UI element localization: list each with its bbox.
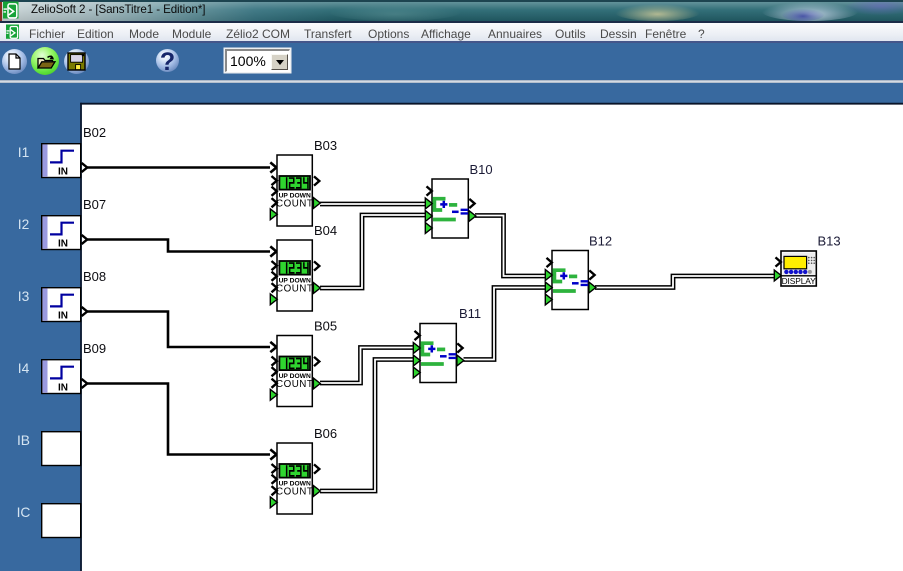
svg-text:B12: B12 xyxy=(589,234,612,249)
svg-text:?: ? xyxy=(160,48,175,76)
svg-text:I1: I1 xyxy=(18,145,30,160)
svg-text:B08: B08 xyxy=(83,269,106,284)
svg-text:IB: IB xyxy=(17,433,30,448)
svg-text:B02: B02 xyxy=(83,125,106,140)
svg-text:B13: B13 xyxy=(818,234,841,249)
svg-text:B09: B09 xyxy=(83,341,106,356)
svg-text:B03: B03 xyxy=(314,138,337,153)
svg-text:IC: IC xyxy=(17,505,31,520)
svg-text:B05: B05 xyxy=(314,319,337,334)
svg-text:B07: B07 xyxy=(83,197,106,212)
svg-text:DISPLAY: DISPLAY xyxy=(782,276,817,286)
svg-text:B11: B11 xyxy=(459,306,481,321)
svg-text:I2: I2 xyxy=(18,217,30,232)
svg-text:B04: B04 xyxy=(314,223,337,238)
svg-text:I3: I3 xyxy=(18,289,30,304)
svg-text:B06: B06 xyxy=(314,426,337,441)
svg-text:I4: I4 xyxy=(18,361,30,376)
svg-text:B10: B10 xyxy=(470,162,493,177)
